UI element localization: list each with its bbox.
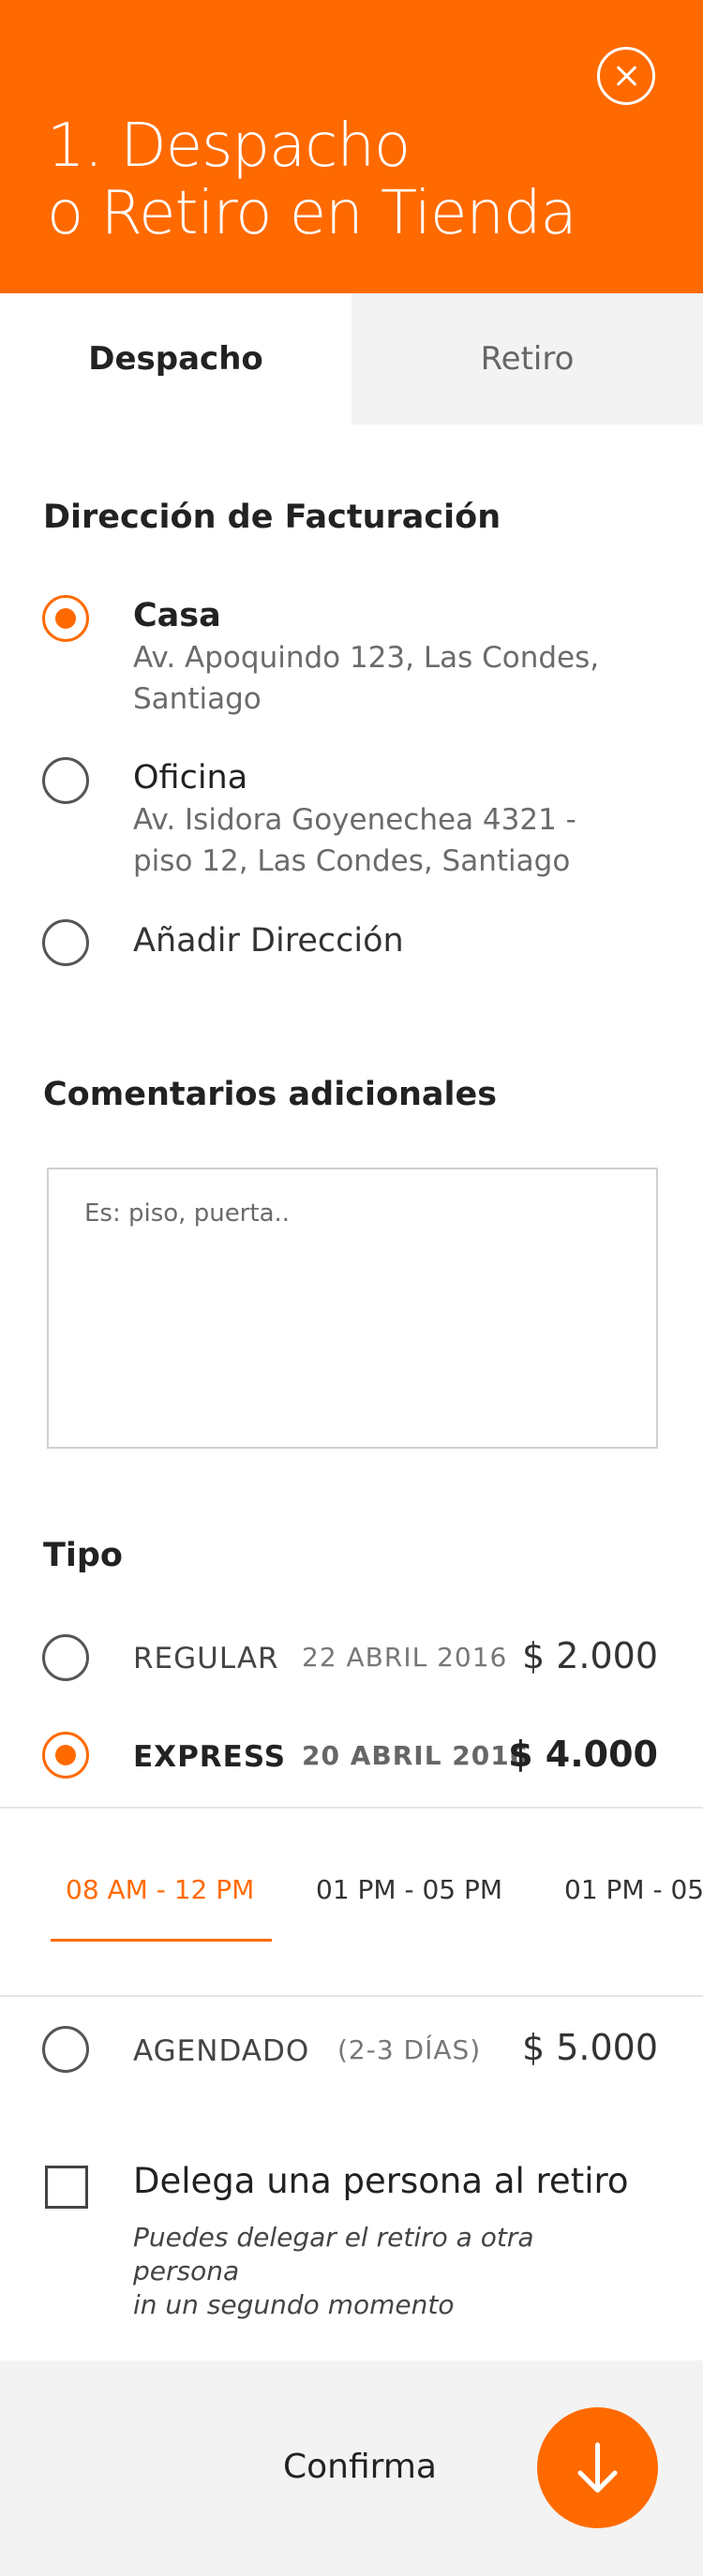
arrow-down-icon [577, 2442, 618, 2493]
time-slot-active-indicator [51, 1939, 272, 1942]
radio-regular[interactable] [42, 1634, 89, 1681]
radio-express[interactable] [42, 1732, 89, 1779]
add-address-label[interactable]: Añadir Dirección [133, 922, 404, 960]
address-line: piso 12, Las Condes, Santiago [133, 844, 571, 878]
comments-section-title: Comentarios adicionales [43, 1076, 498, 1113]
tipo-name-express: EXPRESS [133, 1740, 287, 1774]
radio-agendado[interactable] [42, 2026, 89, 2073]
billing-section-title: Dirección de Facturación [43, 499, 501, 536]
delegate-label: Delega una persona al retiro [133, 2161, 629, 2201]
address-label-oficina: Oficina [133, 759, 248, 797]
page-title-line1: 1. Despacho [47, 112, 411, 181]
tipo-price-express: $ 4.000 [508, 1734, 658, 1775]
tab-retiro[interactable]: Retiro [352, 293, 703, 424]
tipo-date-agendado: (2-3 DÍAS) [337, 2034, 482, 2065]
confirm-button[interactable] [537, 2407, 658, 2528]
confirm-label[interactable]: Confirma [283, 2448, 437, 2486]
tipo-name-regular: REGULAR [133, 1642, 279, 1675]
radio-oficina[interactable] [42, 757, 89, 804]
delegate-description-line: Puedes delegar el retiro a otra persona [133, 2222, 534, 2286]
tipo-price-agendado: $ 5.000 [521, 2027, 658, 2068]
radio-add-address[interactable] [42, 919, 89, 966]
time-slot-2[interactable]: 01 PM - 05 [564, 1874, 703, 1905]
close-button[interactable] [597, 47, 655, 105]
delegate-checkbox[interactable] [45, 2166, 88, 2209]
comments-textarea[interactable] [47, 1168, 658, 1449]
divider [0, 1807, 703, 1809]
tipo-name-agendado: AGENDADO [133, 2034, 310, 2068]
delegate-description-line: in un segundo momento [133, 2289, 455, 2320]
radio-casa[interactable] [42, 595, 89, 642]
time-slot-1[interactable]: 01 PM - 05 PM [316, 1874, 502, 1905]
tab-despacho[interactable]: Despacho [0, 293, 352, 424]
delegate-description: Puedes delegar el retiro a otra persona … [133, 2221, 621, 2322]
address-line: Av. Apoquindo 123, Las Condes, [133, 641, 600, 675]
tipo-date-regular: 22 ABRIL 2016 [302, 1642, 508, 1673]
page-title-line2: o Retiro en Tienda [47, 179, 577, 248]
page-title: 1. Despacho o Retiro en Tienda [47, 112, 647, 247]
divider [0, 1995, 703, 1997]
address-text-casa: Av. Apoquindo 123, Las Condes, Santiago [133, 637, 621, 720]
header: 1. Despacho o Retiro en Tienda [0, 0, 703, 293]
tipo-price-regular: $ 2.000 [521, 1635, 658, 1676]
address-text-oficina: Av. Isidora Goyenechea 4321 - piso 12, L… [133, 799, 621, 882]
address-line: Av. Isidora Goyenechea 4321 - [133, 803, 576, 837]
time-slot-0[interactable]: 08 AM - 12 PM [66, 1874, 254, 1905]
address-line: Santiago [133, 682, 262, 716]
address-label-casa: Casa [133, 597, 221, 634]
tipo-date-express: 20 ABRIL 2016 [302, 1740, 530, 1771]
tipo-section-title: Tipo [43, 1537, 123, 1574]
